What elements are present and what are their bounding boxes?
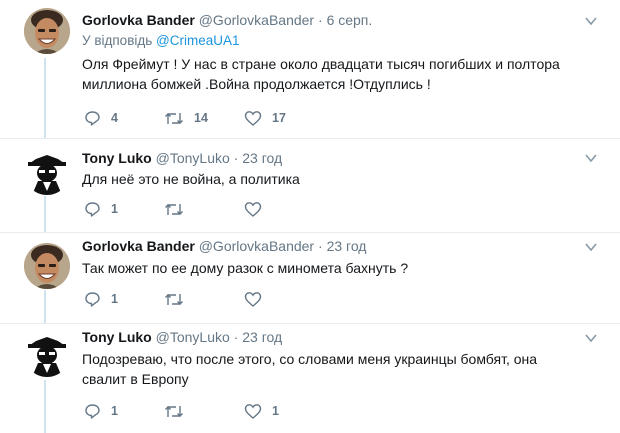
tweet-header: Tony Luko @TonyLuko · 23 год: [82, 329, 282, 345]
reply-button[interactable]: 1: [84, 402, 118, 420]
heart-icon: [244, 403, 262, 419]
like-button[interactable]: 1: [244, 402, 279, 420]
separator-dot: ·: [318, 238, 323, 254]
tweet-text: Оля Фреймут ! У нас в стране около двадц…: [82, 56, 560, 92]
retweet-icon: [165, 112, 183, 124]
like-button[interactable]: [244, 290, 272, 308]
masked-figure-avatar-icon: [24, 149, 70, 195]
timestamp[interactable]: 23 год: [327, 238, 367, 254]
chevron-down-icon[interactable]: [584, 151, 598, 165]
reply-icon: [85, 291, 100, 307]
avatar[interactable]: [24, 243, 70, 289]
retweet-icon: [165, 293, 183, 305]
reply-icon: [85, 403, 100, 419]
display-name[interactable]: Gorlovka Bander: [82, 238, 195, 254]
timestamp[interactable]: 23 год: [242, 329, 282, 345]
separator-dot: ·: [318, 12, 323, 28]
separator-dot: ·: [233, 329, 239, 345]
reply-button[interactable]: 1: [84, 200, 118, 218]
like-count: 17: [272, 111, 286, 125]
separator-dot: ·: [233, 150, 239, 166]
user-handle[interactable]: @GorlovkaBander: [199, 238, 314, 254]
reply-context: У відповідь @CrimeaUA1: [82, 33, 240, 48]
chevron-down-icon[interactable]: [584, 240, 598, 254]
user-handle[interactable]: @GorlovkaBander: [199, 12, 314, 28]
tweet-text: Так может по ее дому разок с миномета ба…: [82, 260, 409, 276]
heart-icon: [244, 201, 262, 217]
reply-icon: [85, 110, 100, 126]
chevron-down-icon[interactable]: [584, 14, 598, 28]
tweet-text: Для неё это не война, а политика: [82, 171, 300, 187]
retweet-button[interactable]: [164, 290, 194, 308]
reply-count: 1: [111, 292, 118, 306]
retweet-button[interactable]: [164, 402, 194, 420]
retweet-button[interactable]: [164, 200, 194, 218]
display-name[interactable]: Gorlovka Bander: [82, 12, 195, 28]
retweet-count: 14: [194, 111, 208, 125]
display-name[interactable]: Tony Luko: [82, 150, 152, 166]
masked-figure-avatar-icon: [24, 331, 70, 377]
like-button[interactable]: 17: [244, 109, 286, 127]
tweet-header: Gorlovka Bander @GorlovkaBander · 23 год: [82, 238, 366, 254]
reply-count: 1: [111, 404, 118, 418]
user-handle[interactable]: @TonyLuko: [156, 329, 230, 345]
retweet-button[interactable]: 14: [164, 109, 208, 127]
avatar[interactable]: [24, 331, 70, 377]
tweet[interactable]: Tony Luko @TonyLuko · 23 год Подозреваю,…: [0, 324, 620, 433]
avatar[interactable]: [24, 8, 70, 54]
heart-icon: [244, 110, 262, 126]
tweet[interactable]: Gorlovka Bander @GorlovkaBander · 6 серп…: [0, 0, 620, 138]
tweet[interactable]: Tony Luko @TonyLuko · 23 год Для неё это…: [0, 139, 620, 232]
man-smiling-avatar-icon: [24, 8, 70, 54]
reply-prefix: У відповідь: [82, 33, 153, 48]
timestamp[interactable]: 6 серп.: [327, 12, 373, 28]
retweet-icon: [165, 405, 183, 417]
retweet-icon: [165, 203, 183, 215]
reply-mention-link[interactable]: @CrimeaUA1: [156, 33, 239, 48]
heart-icon: [244, 291, 262, 307]
reply-count: 4: [111, 111, 118, 125]
like-count: 1: [272, 404, 279, 418]
reply-count: 1: [111, 202, 118, 216]
reply-icon: [85, 201, 100, 217]
like-button[interactable]: [244, 200, 272, 218]
reply-button[interactable]: 1: [84, 290, 118, 308]
display-name[interactable]: Tony Luko: [82, 329, 152, 345]
tweet-header: Tony Luko @TonyLuko · 23 год: [82, 150, 282, 166]
avatar[interactable]: [24, 149, 70, 195]
timestamp[interactable]: 23 год: [242, 150, 282, 166]
user-handle[interactable]: @TonyLuko: [156, 150, 230, 166]
tweet[interactable]: Gorlovka Bander @GorlovkaBander · 23 год…: [0, 233, 620, 323]
tweet-text: Подозреваю, что после этого, со словами …: [82, 351, 538, 387]
chevron-down-icon[interactable]: [584, 331, 598, 345]
man-smiling-avatar-icon: [24, 243, 70, 289]
tweet-header: Gorlovka Bander @GorlovkaBander · 6 серп…: [82, 12, 372, 28]
reply-button[interactable]: 4: [84, 109, 118, 127]
